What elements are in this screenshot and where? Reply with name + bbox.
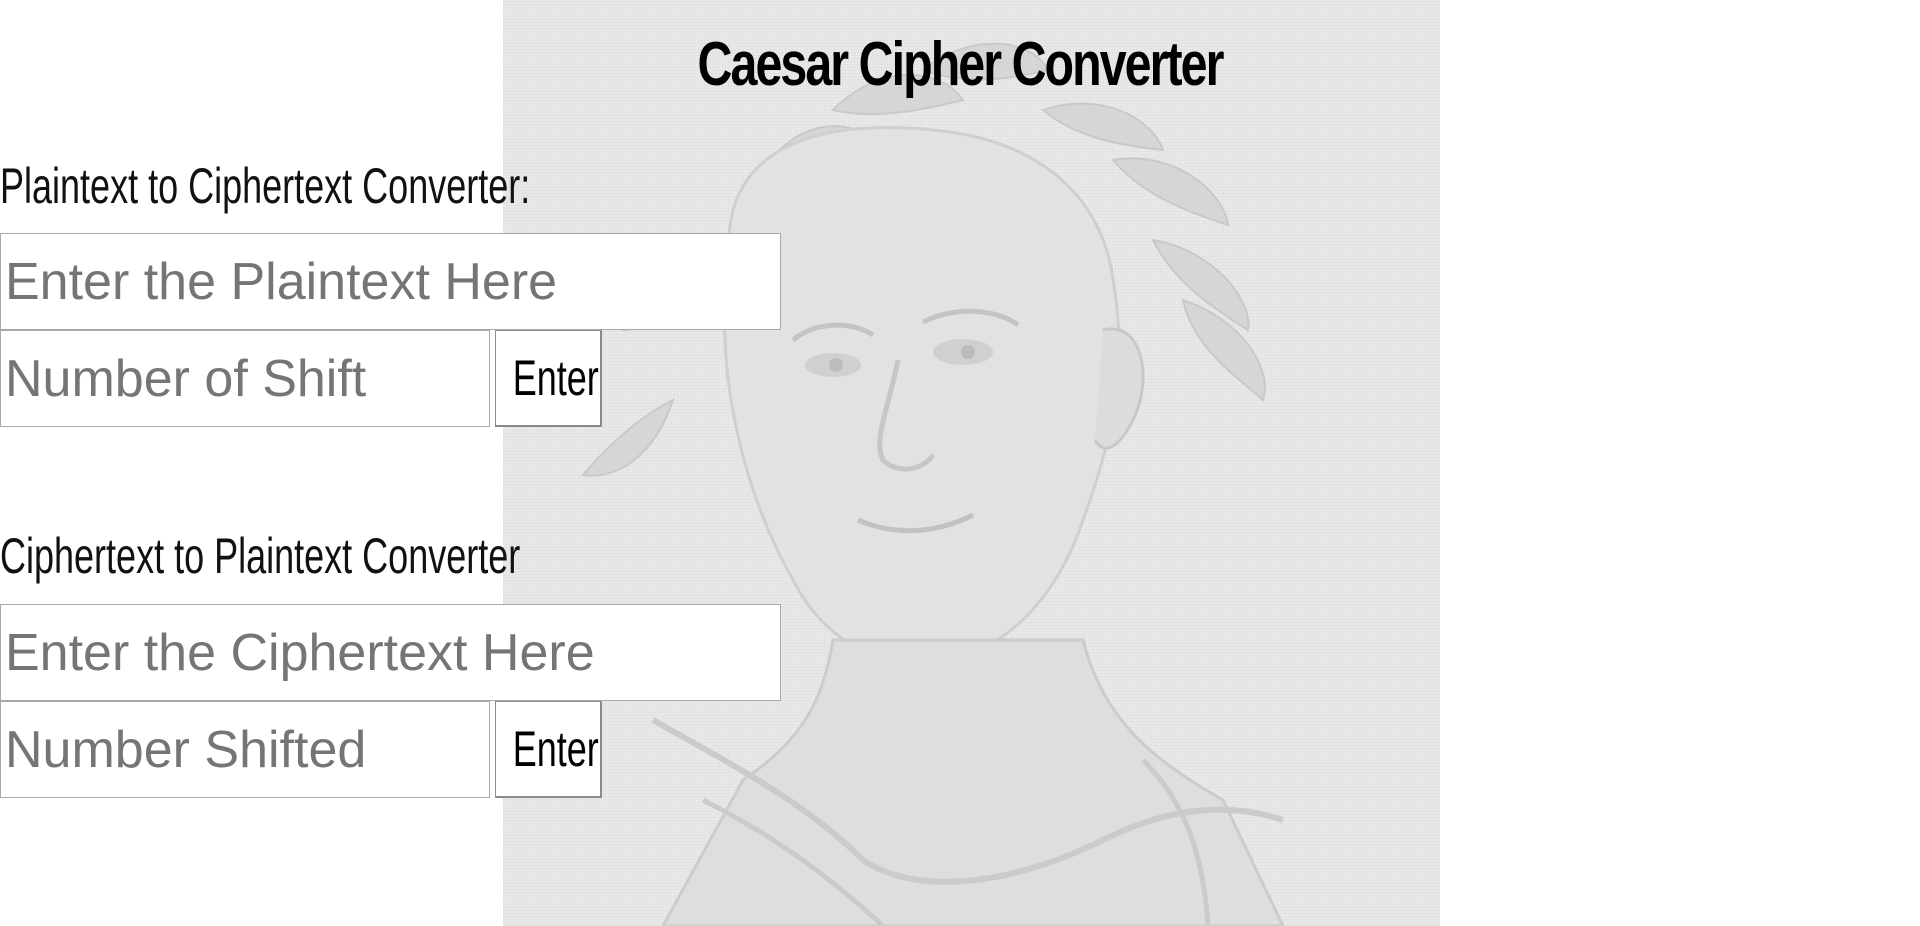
shifted-number-input[interactable] <box>0 701 490 798</box>
caesar-portrait-background <box>503 0 1440 926</box>
decrypt-section-label: Ciphertext to Plaintext Converter <box>0 528 521 584</box>
page: Caesar Cipher Converter Plaintext to Cip… <box>0 0 1920 926</box>
encrypt-section-label: Plaintext to Ciphertext Converter: <box>0 158 531 214</box>
decrypt-enter-button-label: Enter <box>512 721 599 777</box>
ciphertext-input[interactable] <box>0 604 781 701</box>
decrypt-enter-button[interactable]: Enter <box>495 701 602 798</box>
shift-number-input[interactable] <box>0 330 490 427</box>
page-title: Caesar Cipher Converter <box>697 30 1225 99</box>
plaintext-input[interactable] <box>0 233 781 330</box>
encrypt-enter-button-label: Enter <box>512 350 599 406</box>
caesar-portrait-image <box>581 42 1285 926</box>
encrypt-enter-button[interactable]: Enter <box>495 330 602 427</box>
